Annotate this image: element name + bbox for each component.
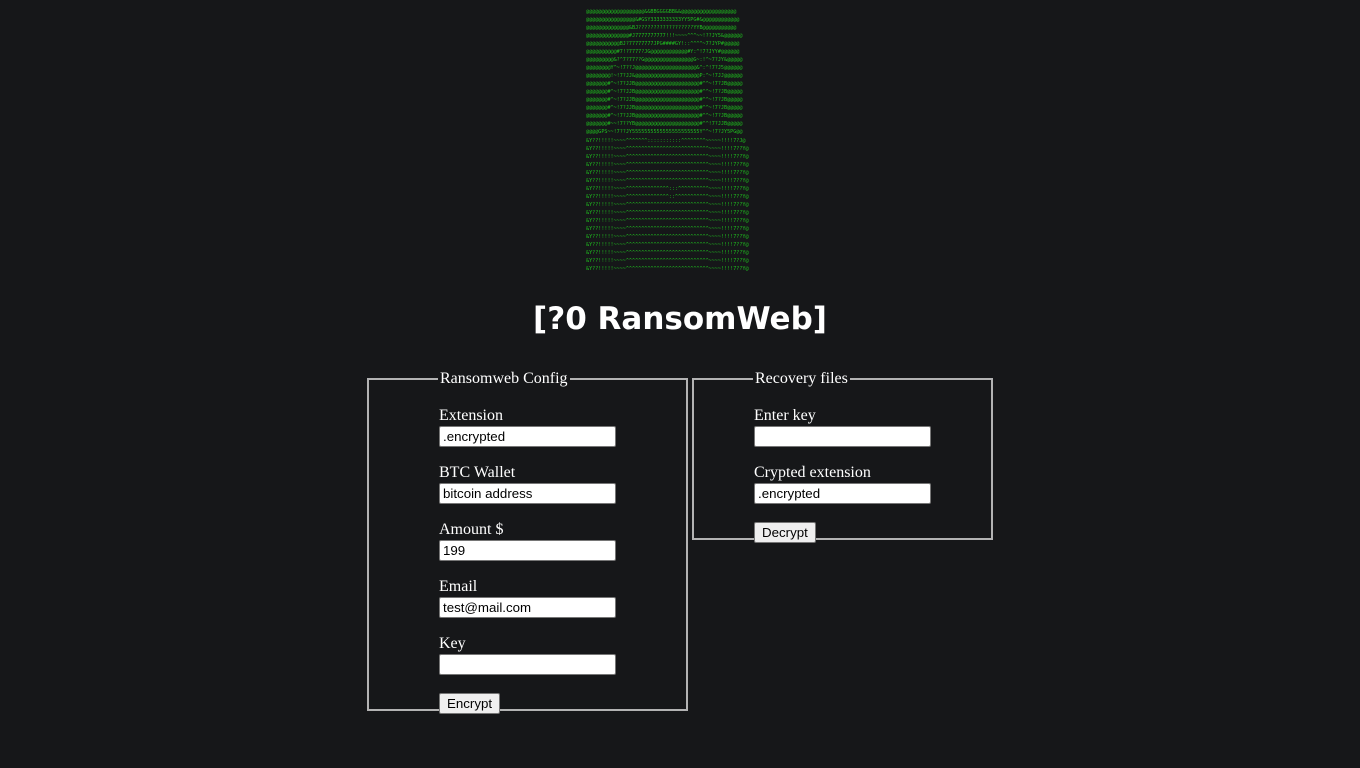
email-label: Email — [439, 578, 478, 595]
ransomweb-config-fieldset: Ransomweb Config Extension BTC Wallet Am… — [367, 370, 688, 714]
config-legend: Ransomweb Config — [440, 370, 568, 387]
decrypt-button[interactable]: Decrypt — [754, 522, 816, 543]
btc-wallet-label: BTC Wallet — [439, 464, 516, 481]
enter-key-label: Enter key — [754, 407, 816, 424]
amount-label: Amount $ — [439, 521, 504, 538]
recovery-files-fieldset: Recovery files Enter key Crypted extensi… — [692, 370, 993, 543]
enter-key-input[interactable] — [754, 426, 931, 447]
key-input[interactable] — [439, 654, 616, 675]
extension-label: Extension — [439, 407, 503, 424]
amount-input[interactable] — [439, 540, 616, 561]
email-input[interactable] — [439, 597, 616, 618]
page-title: [?0 RansomWeb] — [533, 301, 827, 337]
btc-wallet-input[interactable] — [439, 483, 616, 504]
ascii-art-logo: @@@@@@@@@@@@@@@@@@@&&BBGGGGBB&&@@@@@@@@@… — [586, 9, 749, 272]
recovery-legend: Recovery files — [755, 370, 848, 387]
key-label: Key — [439, 635, 466, 652]
extension-input[interactable] — [439, 426, 616, 447]
crypted-extension-label: Crypted extension — [754, 464, 871, 481]
crypted-extension-input[interactable] — [754, 483, 931, 504]
encrypt-button[interactable]: Encrypt — [439, 693, 501, 714]
